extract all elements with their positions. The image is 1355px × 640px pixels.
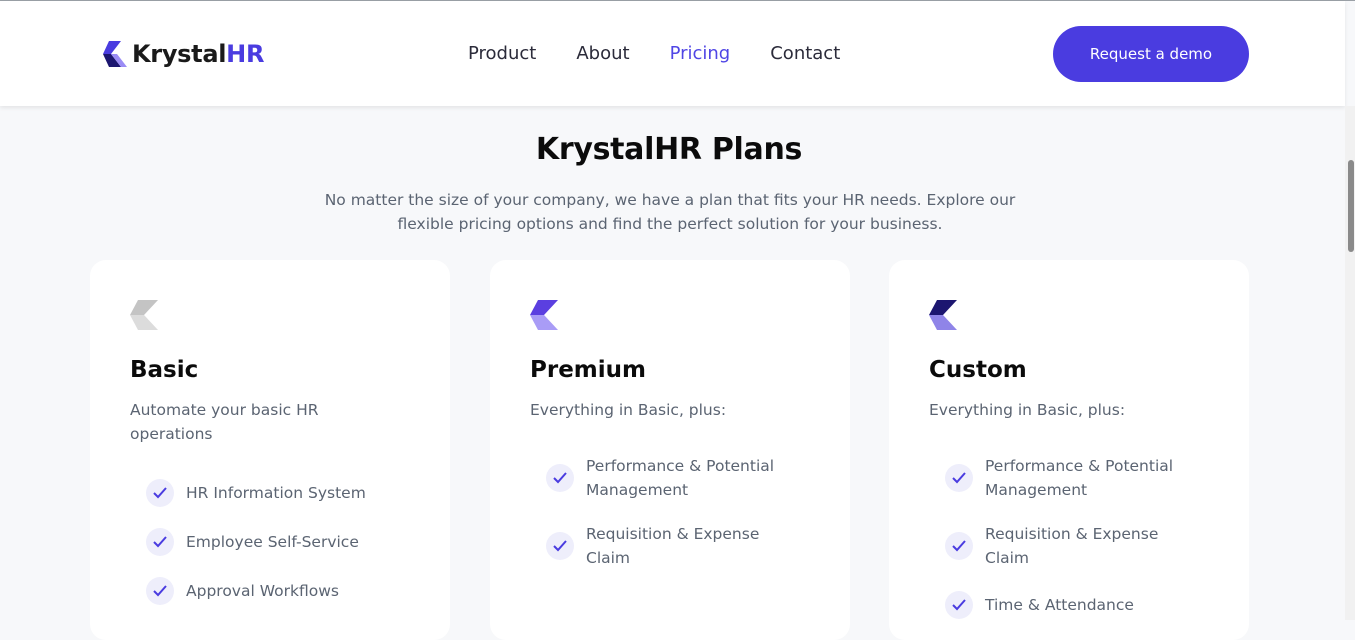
check-icon (146, 528, 174, 556)
krystal-logo-icon (103, 41, 127, 67)
custom-plan-icon (929, 300, 957, 330)
page-title: KrystalHR Plans (535, 132, 803, 167)
check-icon (146, 479, 174, 507)
plan-description: Automate your basic HR operations (130, 401, 319, 443)
nav-item-pricing[interactable]: Pricing (670, 43, 731, 65)
feature-item: Employee Self-Service (146, 528, 406, 556)
request-demo-button[interactable]: Request a demo (1053, 26, 1249, 82)
nav-item-about[interactable]: About (576, 43, 629, 65)
brand-logo[interactable]: KrystalHR (103, 39, 264, 69)
feature-label: Requisition & Expense Claim (586, 525, 760, 567)
feature-item: Requisition & Expense Claim (546, 522, 806, 570)
page-subtitle: No matter the size of your company, we h… (324, 191, 1016, 233)
check-icon (146, 577, 174, 605)
main-nav: Product About Pricing Contact (468, 43, 880, 65)
plan-name: Custom (929, 357, 1027, 383)
basic-plan-icon (130, 300, 158, 330)
feature-item: Performance & Potential Management (945, 454, 1205, 502)
feature-item: Time & Attendance (945, 591, 1205, 619)
check-icon (546, 464, 574, 492)
feature-item: HR Information System (146, 479, 406, 507)
feature-label: HR Information System (186, 484, 366, 502)
feature-item: Requisition & Expense Claim (945, 522, 1205, 570)
feature-item: Performance & Potential Management (546, 454, 806, 502)
nav-item-product[interactable]: Product (468, 43, 536, 65)
feature-label: Performance & Potential Management (985, 457, 1174, 499)
feature-label: Approval Workflows (186, 582, 339, 600)
feature-item: Approval Workflows (146, 577, 406, 605)
brand-name: KrystalHR (132, 40, 265, 68)
feature-label: Performance & Potential Management (586, 457, 775, 499)
feature-label: Time & Attendance (985, 596, 1134, 614)
plan-name: Basic (130, 357, 199, 383)
check-icon (546, 532, 574, 560)
plan-description: Everything in Basic, plus: (530, 401, 727, 419)
plan-name: Premium (530, 357, 646, 383)
premium-plan-icon (530, 300, 558, 330)
site-header: KrystalHR Product About Pricing Contact … (0, 1, 1345, 106)
plan-description: Everything in Basic, plus: (929, 401, 1126, 419)
check-icon (945, 591, 973, 619)
feature-label: Requisition & Expense Claim (985, 525, 1159, 567)
check-icon (945, 464, 973, 492)
check-icon (945, 532, 973, 560)
feature-label: Employee Self-Service (186, 533, 359, 551)
plan-card-premium: Premium Everything in Basic, plus: Perfo… (490, 260, 850, 640)
plan-card-custom: Custom Everything in Basic, plus: Perfor… (889, 260, 1249, 640)
nav-item-contact[interactable]: Contact (770, 43, 840, 65)
plan-card-basic: Basic Automate your basic HR operations … (90, 260, 450, 640)
page-scrollbar-thumb[interactable] (1348, 160, 1354, 252)
